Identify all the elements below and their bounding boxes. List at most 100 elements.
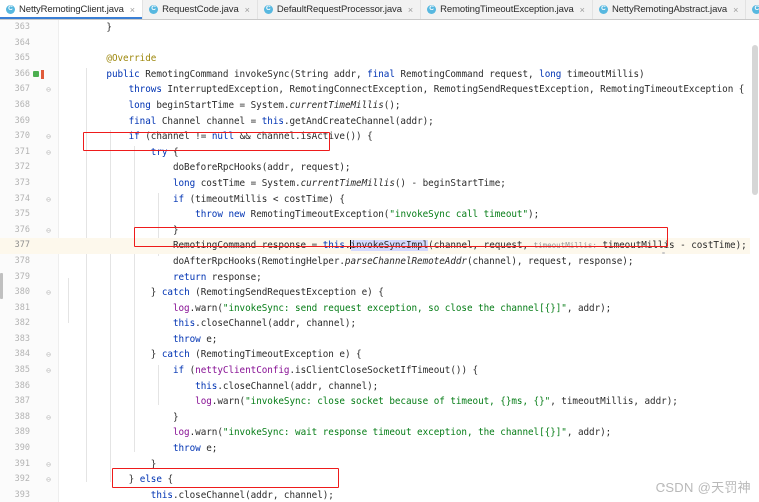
code-line[interactable]: 386 this.closeChannel(addr, channel); <box>0 379 759 395</box>
code-token: } <box>62 411 179 423</box>
editor-tab-overflow[interactable]: C <box>746 0 759 19</box>
code-text[interactable]: if (nettyClientConfig.isClientCloseSocke… <box>62 363 478 379</box>
code-fold-icon[interactable]: ⊖ <box>44 192 53 208</box>
close-icon[interactable]: × <box>580 5 585 15</box>
code-line[interactable]: 366 public RemotingCommand invokeSync(St… <box>0 67 759 83</box>
code-fold-icon[interactable]: ⊖ <box>44 82 53 98</box>
code-line[interactable]: 376 ⊖ } <box>0 223 759 239</box>
code-text[interactable]: if (timeoutMillis < costTime) { <box>62 192 345 208</box>
code-text[interactable]: log.warn("invokeSync: close socket becau… <box>62 394 678 410</box>
code-text[interactable]: } <box>62 457 157 473</box>
code-token: log <box>195 396 212 408</box>
code-line[interactable]: 389 log.warn("invokeSync: wait response … <box>0 425 759 441</box>
code-line[interactable]: 380 ⊖ } catch (RemotingSendRequestExcepti… <box>0 285 759 301</box>
close-icon[interactable]: × <box>408 5 413 15</box>
code-line[interactable]: 385 ⊖ if (nettyClientConfig.isClientClose… <box>0 363 759 379</box>
code-line[interactable]: 391 ⊖ } <box>0 457 759 473</box>
editor-tab-4[interactable]: C NettyRemotingAbstract.java × <box>592 0 747 19</box>
code-line[interactable]: 384 ⊖ } catch (RemotingTimeoutException e… <box>0 347 759 363</box>
code-line[interactable]: 372 doBeforeRpcHooks(addr, request); <box>0 160 759 176</box>
code-text[interactable]: this.closeChannel(addr, channel); <box>62 379 378 395</box>
code-fold-icon[interactable]: ⊖ <box>44 285 53 301</box>
close-icon[interactable]: × <box>130 5 135 15</box>
code-fold-icon[interactable]: ⊖ <box>44 223 53 239</box>
scrollbar-thumb[interactable] <box>752 45 758 195</box>
close-icon[interactable]: × <box>245 5 250 15</box>
code-text[interactable]: throws InterruptedException, RemotingCon… <box>62 82 745 98</box>
code-text[interactable]: final Channel channel = this.getAndCreat… <box>62 114 434 130</box>
code-text[interactable]: return response; <box>62 270 262 286</box>
code-fold-icon[interactable]: ⊖ <box>44 410 53 426</box>
code-text[interactable]: long costTime = System.currentTimeMillis… <box>62 176 506 192</box>
code-text[interactable]: @Override <box>62 51 156 67</box>
code-text[interactable]: this.closeChannel(addr, channel); <box>62 488 334 502</box>
code-text[interactable]: this.closeChannel(addr, channel); <box>62 316 356 332</box>
code-fold-icon[interactable]: ⊖ <box>44 145 53 161</box>
code-text[interactable]: doBeforeRpcHooks(addr, request); <box>62 160 351 176</box>
code-line[interactable]: 370 ⊖ if (channel != null && channel.isAc… <box>0 129 759 145</box>
code-line[interactable]: 392 ⊖ } else { <box>0 472 759 488</box>
code-line[interactable]: 377 RemotingCommand response = this.invo… <box>0 238 759 254</box>
code-fold-icon[interactable]: ⊖ <box>44 363 53 379</box>
editor-scrollbar[interactable] <box>750 39 759 502</box>
code-line[interactable]: 371 ⊖ try { <box>0 145 759 161</box>
line-number: 374 <box>14 193 30 204</box>
code-line[interactable]: 383 throw e; <box>0 332 759 348</box>
code-fold-icon[interactable]: ⊖ <box>44 472 53 488</box>
code-line[interactable]: 365 @Override <box>0 51 759 67</box>
code-text[interactable]: throw e; <box>62 332 217 348</box>
editor-tab-0[interactable]: C NettyRemotingClient.java × <box>0 0 144 19</box>
code-text[interactable]: try { <box>62 145 179 161</box>
code-text[interactable]: throw e; <box>62 441 217 457</box>
code-lines[interactable]: 363 } 364 365 @Override 366 public Remoting… <box>0 20 759 502</box>
code-line[interactable]: 375 throw new RemotingTimeoutException("… <box>0 207 759 223</box>
code-line[interactable]: 379 return response; <box>0 270 759 286</box>
code-token: timeoutMillis) <box>561 68 645 80</box>
editor-tab-3[interactable]: C RemotingTimeoutException.java × <box>421 0 593 19</box>
run-method-icon[interactable] <box>41 69 44 79</box>
code-editor[interactable]: 363 } 364 365 @Override 366 public Remoting… <box>0 20 759 502</box>
code-text[interactable]: if (channel != null && channel.isActive(… <box>62 129 373 145</box>
code-text[interactable]: long beginStartTime = System.currentTime… <box>62 98 401 114</box>
editor-tab-2[interactable]: C DefaultRequestProcessor.java × <box>257 0 422 19</box>
code-text[interactable]: } else { <box>62 472 173 488</box>
code-line[interactable]: 390 throw e; <box>0 441 759 457</box>
code-text[interactable]: doAfterRpcHooks(RemotingHelper.parseChan… <box>62 254 634 270</box>
code-line[interactable]: 368 long beginStartTime = System.current… <box>0 98 759 114</box>
close-icon[interactable]: × <box>733 5 738 15</box>
code-line[interactable]: 388 ⊖ } <box>0 410 759 426</box>
code-text[interactable]: RemotingCommand response = this.invokeSy… <box>62 238 747 254</box>
code-text[interactable]: } <box>62 223 179 239</box>
code-text[interactable]: } <box>62 410 179 426</box>
code-token: "invokeSync: send request exception, so … <box>222 302 567 314</box>
code-line[interactable]: 387 log.warn("invokeSync: close socket b… <box>0 394 759 410</box>
editor-tab-1[interactable]: C RequestCode.java × <box>143 0 258 19</box>
code-line[interactable]: 367 ⊖ throws InterruptedException, Remoti… <box>0 82 759 98</box>
code-token: try <box>150 146 168 158</box>
code-fold-icon[interactable]: ⊖ <box>44 129 53 145</box>
code-token: invokeSyncImpl <box>350 240 429 252</box>
code-text[interactable]: } catch (RemotingTimeoutException e) { <box>62 347 362 363</box>
code-line[interactable]: 373 long costTime = System.currentTimeMi… <box>0 176 759 192</box>
code-text[interactable]: } <box>62 20 112 36</box>
breakpoint-icon[interactable] <box>33 70 39 77</box>
code-text[interactable]: log.warn("invokeSync: wait response time… <box>62 425 611 441</box>
code-text[interactable]: log.warn("invokeSync: send request excep… <box>62 301 611 317</box>
code-text[interactable]: throw new RemotingTimeoutException("invo… <box>62 207 539 223</box>
code-line[interactable]: 369 final Channel channel = this.getAndC… <box>0 114 759 130</box>
code-line[interactable]: 378 doAfterRpcHooks(RemotingHelper.parse… <box>0 254 759 270</box>
code-text[interactable]: } catch (RemotingSendRequestException e)… <box>62 285 384 301</box>
code-line[interactable]: 382 this.closeChannel(addr, channel); <box>0 316 759 332</box>
code-line[interactable]: 363 } <box>0 20 759 36</box>
code-line[interactable]: 393 this.closeChannel(addr, channel); <box>0 488 759 502</box>
code-fold-icon[interactable]: ⊖ <box>44 457 53 473</box>
code-line[interactable]: 381 log.warn("invokeSync: send request e… <box>0 301 759 317</box>
code-text[interactable]: public RemotingCommand invokeSync(String… <box>62 67 645 83</box>
code-token: e; <box>200 443 218 455</box>
code-fold-icon[interactable]: ⊖ <box>44 347 53 363</box>
code-token: .warn( <box>211 396 246 408</box>
code-line[interactable]: 374 ⊖ if (timeoutMillis < costTime) { <box>0 192 759 208</box>
code-line[interactable]: 364 <box>0 36 759 52</box>
